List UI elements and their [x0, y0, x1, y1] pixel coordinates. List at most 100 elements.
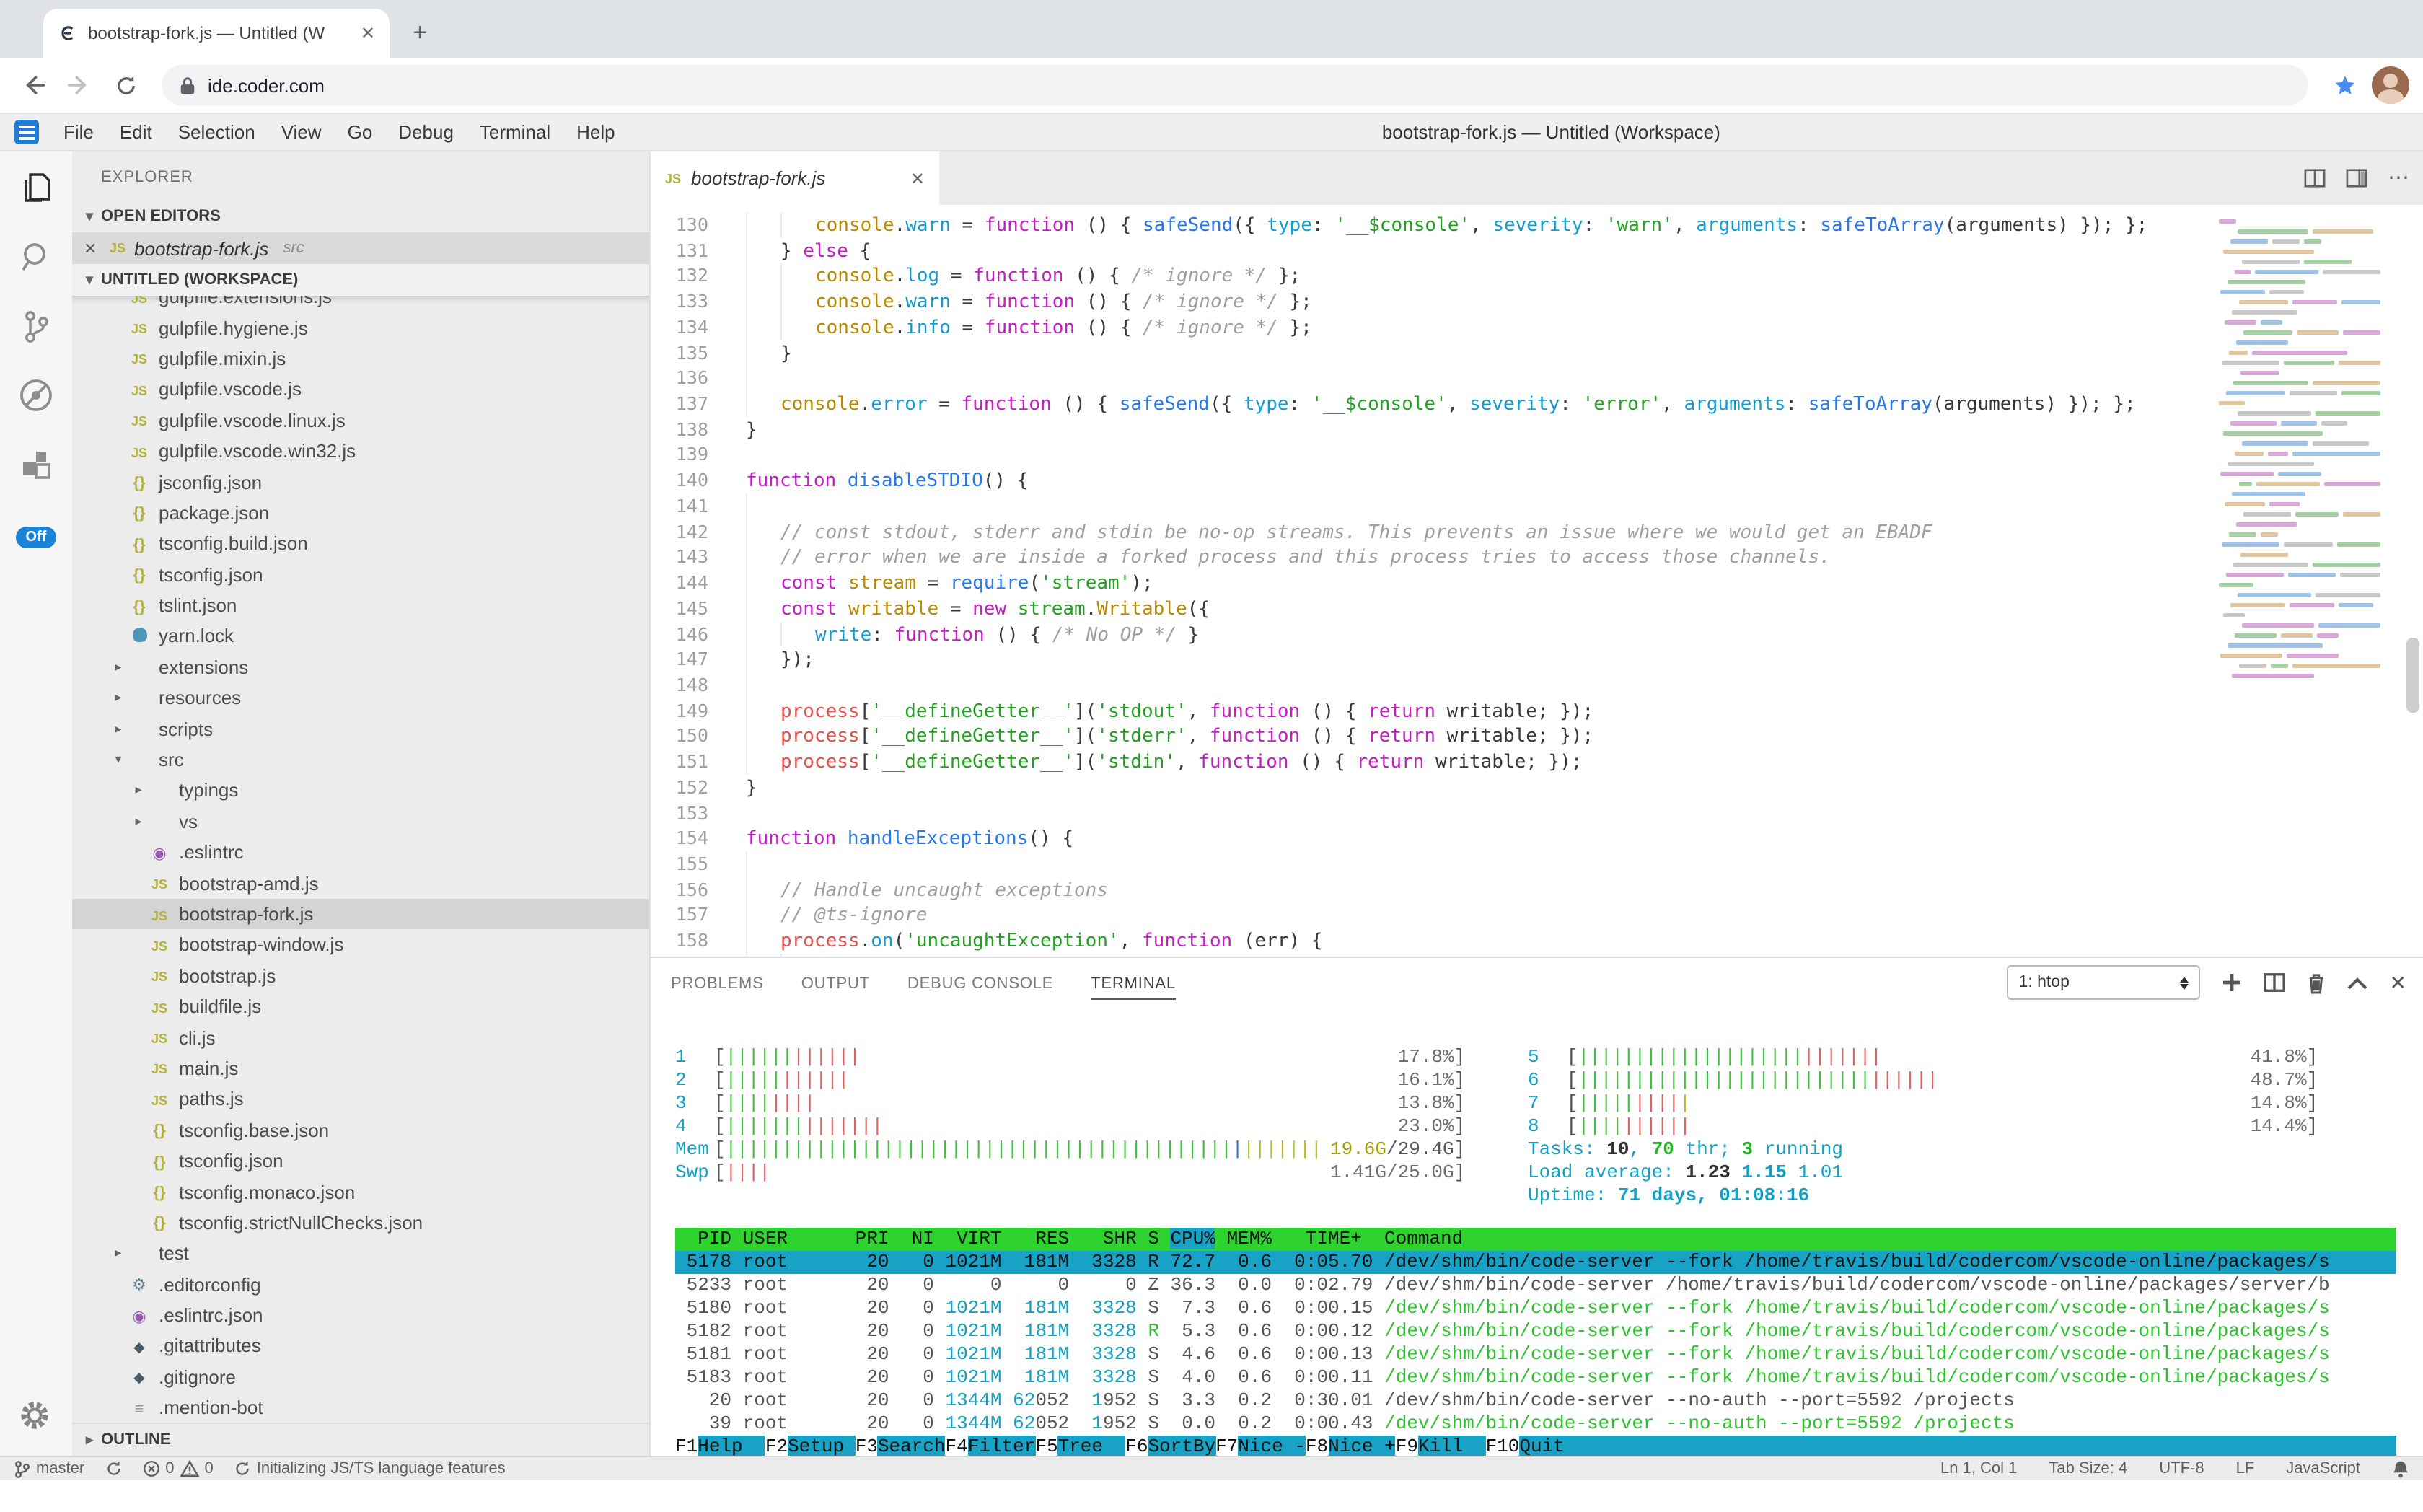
- tree-item-gulpfile.vscode.linux.js[interactable]: JSgulpfile.vscode.linux.js: [72, 405, 649, 436]
- tree-item-typings[interactable]: ▸typings: [72, 775, 649, 806]
- debug-disabled-icon[interactable]: [17, 377, 55, 414]
- tree-item-tsconfig.base.json[interactable]: {}tsconfig.base.json: [72, 1115, 649, 1146]
- split-terminal-icon[interactable]: [2264, 973, 2286, 993]
- tree-item-jsconfig.json[interactable]: {}jsconfig.json: [72, 467, 649, 498]
- outline-header[interactable]: ▸ OUTLINE: [72, 1423, 649, 1456]
- panel-tab-output[interactable]: OUTPUT: [801, 970, 870, 998]
- search-icon[interactable]: [17, 238, 55, 276]
- tree-item-vs[interactable]: ▸vs: [72, 806, 649, 837]
- tree-item-gulpfile.extensions.js[interactable]: JSgulpfile.extensions.js: [72, 296, 649, 312]
- terminal-select[interactable]: 1: htop: [2008, 966, 2201, 1001]
- tab-close-icon[interactable]: ✕: [910, 168, 925, 188]
- panel-tab-debug-console[interactable]: DEBUG CONSOLE: [907, 970, 1053, 998]
- tree-item-.eslintrc.json[interactable]: ◉.eslintrc.json: [72, 1300, 649, 1331]
- editor-tab[interactable]: JS bootstrap-fork.js ✕: [651, 151, 939, 205]
- tree-item-.editorconfig[interactable]: ⚙.editorconfig: [72, 1269, 649, 1300]
- sync-button[interactable]: [105, 1460, 122, 1477]
- tree-item-tsconfig.json[interactable]: {}tsconfig.json: [72, 559, 649, 590]
- code-line: 138}: [651, 417, 2147, 442]
- new-tab-button[interactable]: +: [401, 14, 439, 52]
- app-logo-icon[interactable]: [14, 120, 39, 144]
- tree-item-src[interactable]: ▾src: [72, 744, 649, 775]
- terminal[interactable]: 1[||||||||||||17.8%]2[|||||||||||16.1%]3…: [651, 1006, 2423, 1456]
- close-icon[interactable]: ✕: [84, 239, 101, 258]
- tree-item-main.js[interactable]: JSmain.js: [72, 1053, 649, 1084]
- back-icon[interactable]: [14, 66, 52, 104]
- tree-item-.gitignore[interactable]: ◆.gitignore: [72, 1361, 649, 1392]
- forward-icon[interactable]: [61, 66, 98, 104]
- menu-debug[interactable]: Debug: [385, 120, 467, 142]
- menu-go[interactable]: Go: [335, 120, 386, 142]
- settings-gear-icon[interactable]: [17, 1398, 55, 1436]
- menu-view[interactable]: View: [268, 120, 335, 142]
- tree-item-gulpfile.mixin.js[interactable]: JSgulpfile.mixin.js: [72, 343, 649, 374]
- status-tab-size-4[interactable]: Tab Size: 4: [2049, 1460, 2127, 1477]
- tree-item-tsconfig.strictNullChecks.json[interactable]: {}tsconfig.strictNullChecks.json: [72, 1207, 649, 1238]
- close-panel-icon[interactable]: ✕: [2390, 971, 2406, 995]
- panel-tab-problems[interactable]: PROBLEMS: [671, 970, 764, 998]
- profile-avatar[interactable]: [2372, 66, 2409, 104]
- tree-item-resources[interactable]: ▸resources: [72, 682, 649, 713]
- tree-item-extensions[interactable]: ▸extensions: [72, 651, 649, 682]
- tree-item-bootstrap.js[interactable]: JSbootstrap.js: [72, 960, 649, 991]
- open-editor-item[interactable]: ✕ JS bootstrap-fork.js src: [72, 232, 649, 264]
- tree-item-.mention-bot[interactable]: ≡.mention-bot: [72, 1392, 649, 1423]
- extensions-icon[interactable]: [17, 446, 55, 483]
- open-editors-header[interactable]: ▾ OPEN EDITORS: [72, 201, 649, 232]
- status-javascript[interactable]: JavaScript: [2286, 1460, 2360, 1477]
- split-editor-icon[interactable]: [2304, 167, 2326, 188]
- tree-item-gulpfile.vscode.win32.js[interactable]: JSgulpfile.vscode.win32.js: [72, 436, 649, 467]
- editor-scrollbar[interactable]: [2406, 638, 2419, 713]
- status-ln-1-col-1[interactable]: Ln 1, Col 1: [1940, 1460, 2017, 1477]
- tree-item-yarn.lock[interactable]: yarn.lock: [72, 621, 649, 652]
- bell-icon[interactable]: [2392, 1459, 2409, 1478]
- tab-close-icon[interactable]: ✕: [361, 23, 375, 43]
- more-actions-icon[interactable]: ⋯: [2388, 164, 2409, 190]
- htop-meter-4: 4[||||||||||||||23.0%]: [675, 1116, 1465, 1139]
- bookmark-star-icon[interactable]: [2326, 66, 2363, 104]
- tree-item-tsconfig.monaco.json[interactable]: {}tsconfig.monaco.json: [72, 1177, 649, 1208]
- tree-item-.gitattributes[interactable]: ◆.gitattributes: [72, 1331, 649, 1362]
- maximize-panel-icon[interactable]: [2348, 977, 2368, 990]
- tree-item-package.json[interactable]: {}package.json: [72, 497, 649, 528]
- menu-file[interactable]: File: [50, 120, 107, 142]
- tree-item-tsconfig.json[interactable]: {}tsconfig.json: [72, 1146, 649, 1177]
- menu-help[interactable]: Help: [563, 120, 628, 142]
- htop-function-keys: F1Help F2Setup F3SearchF4FilterF5Tree F6…: [675, 1436, 2396, 1456]
- tree-item-tsconfig.build.json[interactable]: {}tsconfig.build.json: [72, 528, 649, 559]
- tree-item-gulpfile.hygiene.js[interactable]: JSgulpfile.hygiene.js: [72, 312, 649, 343]
- problems-indicator[interactable]: 0 0: [142, 1460, 214, 1477]
- source-control-icon[interactable]: [17, 307, 55, 345]
- tree-item-gulpfile.vscode.js[interactable]: JSgulpfile.vscode.js: [72, 374, 649, 405]
- layout-icon[interactable]: [2346, 167, 2367, 188]
- code-editor[interactable]: 130console.warn = function () { safeSend…: [651, 205, 2423, 957]
- tree-item-test[interactable]: ▸test: [72, 1238, 649, 1269]
- tree-item-buildfile.js[interactable]: JSbuildfile.js: [72, 991, 649, 1022]
- menu-selection[interactable]: Selection: [165, 120, 268, 142]
- kill-terminal-icon[interactable]: [2308, 972, 2326, 994]
- workspace-header[interactable]: ▾ UNTITLED (WORKSPACE): [72, 264, 649, 296]
- tree-item-paths.js[interactable]: JSpaths.js: [72, 1084, 649, 1115]
- branch-indicator[interactable]: master: [14, 1459, 84, 1478]
- address-bar[interactable]: ide.coder.com: [162, 65, 2308, 105]
- tree-item-bootstrap-window.js[interactable]: JSbootstrap-window.js: [72, 929, 649, 960]
- menu-bar: FileEditSelectionViewGoDebugTerminalHelp…: [0, 114, 2423, 151]
- tree-item-tslint.json[interactable]: {}tslint.json: [72, 590, 649, 621]
- new-terminal-icon[interactable]: [2222, 973, 2243, 993]
- status-lf[interactable]: LF: [2236, 1460, 2255, 1477]
- reload-icon[interactable]: [107, 66, 144, 104]
- browser-tab[interactable]: bootstrap-fork.js — Untitled (W ✕: [43, 9, 390, 58]
- minimap[interactable]: [2219, 216, 2380, 794]
- panel-tab-terminal[interactable]: TERMINAL: [1091, 970, 1176, 1000]
- tree-item-scripts[interactable]: ▸scripts: [72, 713, 649, 744]
- menu-edit[interactable]: Edit: [107, 120, 165, 142]
- status-utf-8[interactable]: UTF-8: [2159, 1460, 2204, 1477]
- tree-item-cli.js[interactable]: JScli.js: [72, 1022, 649, 1053]
- tree-item-bootstrap-fork.js[interactable]: JSbootstrap-fork.js: [72, 899, 649, 930]
- explorer-icon[interactable]: [17, 169, 55, 206]
- chevron-down-icon: ▾: [78, 272, 101, 288]
- menu-terminal[interactable]: Terminal: [467, 120, 563, 142]
- offline-badge[interactable]: Off: [16, 527, 57, 548]
- tree-item-bootstrap-amd.js[interactable]: JSbootstrap-amd.js: [72, 868, 649, 899]
- tree-item-.eslintrc[interactable]: ◉.eslintrc: [72, 837, 649, 868]
